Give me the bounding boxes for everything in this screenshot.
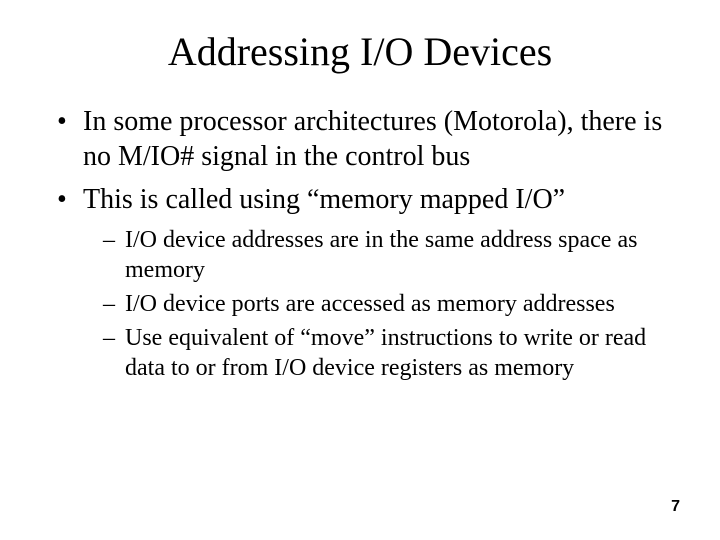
sub-bullet-item: I/O device addresses are in the same add… [103,225,665,285]
sub-bullet-text: I/O device addresses are in the same add… [125,227,637,283]
page-number: 7 [671,498,680,516]
sub-bullet-text: Use equivalent of “move” instructions to… [125,325,646,381]
bullet-text: This is called using “memory mapped I/O” [83,184,565,215]
bullet-list: In some processor architectures (Motorol… [55,104,665,383]
slide: Addressing I/O Devices In some processor… [0,0,720,540]
sub-bullet-item: Use equivalent of “move” instructions to… [103,323,665,383]
slide-title: Addressing I/O Devices [55,30,665,74]
sub-bullet-list: I/O device addresses are in the same add… [83,225,665,383]
bullet-item: In some processor architectures (Motorol… [55,104,665,174]
bullet-text: In some processor architectures (Motorol… [83,106,662,172]
sub-bullet-item: I/O device ports are accessed as memory … [103,289,665,319]
sub-bullet-text: I/O device ports are accessed as memory … [125,291,615,317]
bullet-item: This is called using “memory mapped I/O”… [55,182,665,383]
